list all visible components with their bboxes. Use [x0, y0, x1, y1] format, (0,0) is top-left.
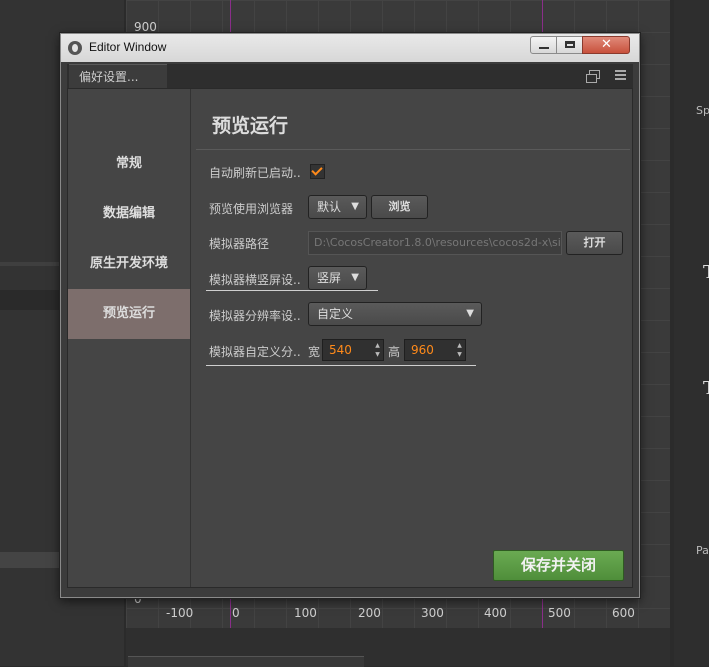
height-label: 高 [388, 345, 401, 359]
title-divider [196, 149, 630, 150]
scene-x-tick: 200 [358, 606, 381, 620]
editor-window: Editor Window ✕ 偏好设置... 常规 数据编辑 原生开发环境 预… [60, 33, 640, 598]
browser-select-value: 默认 [317, 200, 342, 214]
sidebar-item-native-env[interactable]: 原生开发环境 [68, 239, 190, 289]
browser-select[interactable]: 默认 ▼ [308, 195, 367, 219]
maximize-button[interactable] [556, 36, 583, 54]
preferences-sidebar: 常规 数据编辑 原生开发环境 预览运行 [68, 89, 191, 587]
scene-x-tick: 500 [548, 606, 571, 620]
height-input[interactable]: 960 ▲ ▼ [404, 339, 466, 361]
chevron-down-icon: ▼ [351, 272, 359, 283]
auto-refresh-label: 自动刷新已启动.. [209, 166, 301, 180]
scene-x-tick: 0 [232, 606, 240, 620]
section-title: 预览运行 [212, 115, 289, 137]
tab-preferences[interactable]: 偏好设置... [69, 64, 167, 88]
simulator-path-label: 模拟器路径 [209, 237, 270, 251]
height-stepper[interactable]: ▲ ▼ [455, 341, 464, 359]
sidebar-item-preview-run[interactable]: 预览运行 [68, 289, 190, 339]
custom-size-row-underline [206, 365, 476, 366]
sidebar-item-data-editing[interactable]: 数据编辑 [68, 189, 190, 239]
inspector-panel-background: Sp T T Pa [674, 0, 709, 666]
scene-x-tick: 300 [421, 606, 444, 620]
resolution-label: 模拟器分辨率设.. [209, 309, 301, 323]
inspector-glyph: T [703, 378, 709, 399]
save-and-close-button[interactable]: 保存并关闭 [493, 550, 624, 581]
window-title: Editor Window [89, 40, 167, 54]
minimize-icon [539, 47, 549, 49]
sidebar-item-general[interactable]: 常规 [68, 139, 190, 189]
resolution-select-value: 自定义 [317, 307, 354, 321]
scene-x-tick: -100 [166, 606, 194, 620]
browse-button[interactable]: 浏览 [371, 195, 428, 219]
width-value: 540 [329, 343, 352, 357]
orientation-select-value: 竖屏 [317, 271, 342, 285]
scene-x-tick: 100 [294, 606, 317, 620]
bottom-panel-tab[interactable] [128, 656, 228, 667]
minimize-button[interactable] [530, 36, 557, 54]
preferences-panel: 常规 数据编辑 原生开发环境 预览运行 预览运行 自动刷新已启动.. 预览使用浏… [67, 88, 633, 588]
auto-refresh-checkbox[interactable] [310, 164, 325, 179]
chevron-down-icon: ▼ [351, 201, 359, 212]
width-label: 宽 [308, 345, 321, 359]
resolution-select[interactable]: 自定义 ▼ [308, 302, 482, 326]
inspector-glyph: T [703, 262, 709, 283]
inspector-label: Sp [696, 104, 709, 117]
inspector-label: Pa [696, 544, 709, 557]
height-value: 960 [411, 343, 434, 357]
custom-size-label: 模拟器自定义分.. [209, 345, 301, 359]
menu-icon[interactable] [615, 70, 626, 81]
scene-x-tick: 600 [612, 606, 635, 620]
orientation-row-underline [206, 290, 378, 291]
simulator-path-input[interactable]: D:\CocosCreator1.8.0\resources\cocos2d-x… [308, 231, 562, 255]
chevron-down-icon: ▼ [466, 308, 474, 319]
bottom-panel-tab[interactable] [228, 656, 364, 667]
close-button[interactable]: ✕ [582, 36, 630, 54]
maximize-icon [565, 41, 575, 48]
scene-y-label-top: 900 [134, 20, 157, 34]
browser-label: 预览使用浏览器 [209, 202, 294, 216]
orientation-select[interactable]: 竖屏 ▼ [308, 266, 367, 290]
width-input[interactable]: 540 ▲ ▼ [322, 339, 384, 361]
scene-x-tick: 400 [484, 606, 507, 620]
popout-icon[interactable] [586, 70, 600, 83]
orientation-label: 模拟器横竖屏设.. [209, 273, 301, 287]
open-path-button[interactable]: 打开 [566, 231, 623, 255]
close-icon: ✕ [601, 37, 612, 52]
cocos-app-icon [68, 41, 82, 55]
window-titlebar[interactable]: Editor Window ✕ [61, 34, 639, 62]
width-stepper[interactable]: ▲ ▼ [373, 341, 382, 359]
tab-strip: 偏好设置... [67, 64, 633, 88]
